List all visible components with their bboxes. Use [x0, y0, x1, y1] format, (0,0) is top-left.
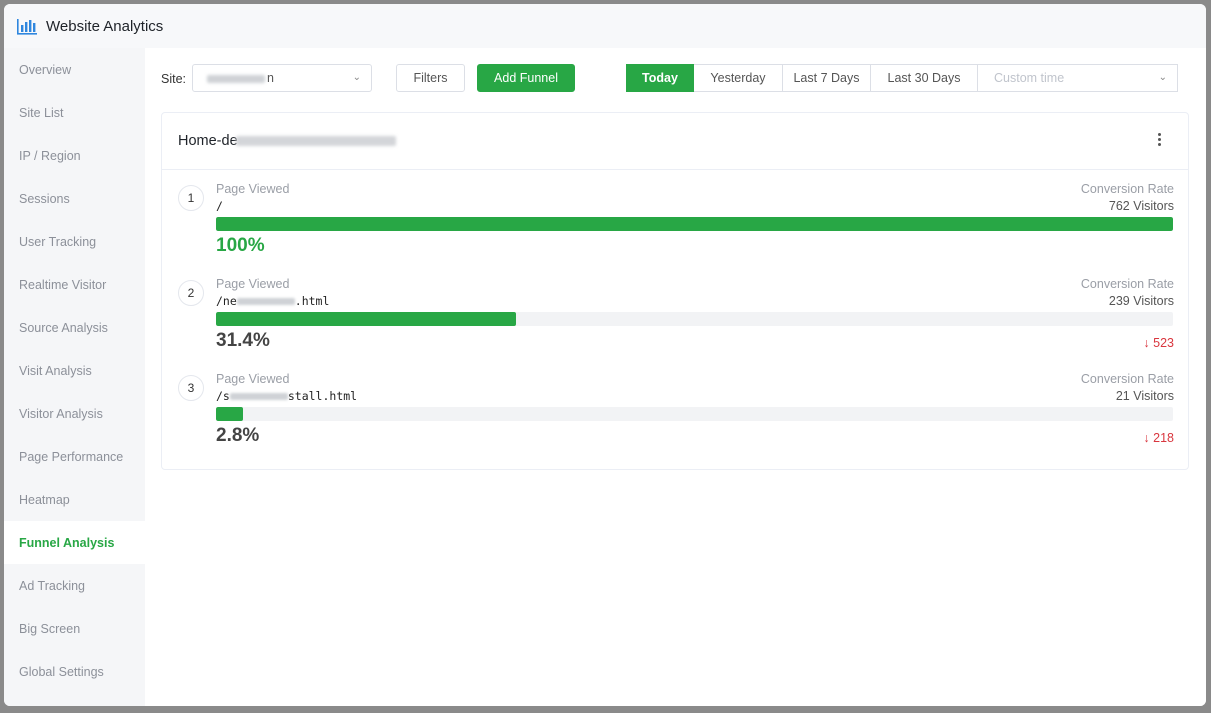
site-select[interactable]: n ⌄ — [192, 64, 372, 92]
sidebar-item-label: Visit Analysis — [19, 363, 92, 378]
sidebar-item-label: Visitor Analysis — [19, 406, 103, 421]
step-page-path: / — [216, 199, 223, 213]
drop-off-value: 523 — [1153, 336, 1174, 350]
sidebar-item-label: Heatmap — [19, 492, 70, 507]
sidebar-item-label: Big Screen — [19, 621, 81, 636]
drop-off-count: ↓ 218 — [1143, 431, 1174, 445]
date-today-button[interactable]: Today — [626, 64, 694, 92]
funnel-step: 3 Page Viewed/s stall.html Conversion Rate 2… — [162, 363, 1190, 453]
step-path-suffix: stall.html — [287, 389, 358, 403]
site-label: Site: — [161, 72, 187, 86]
sidebar-item-page-performance[interactable]: Page Performance — [4, 435, 145, 478]
sidebar-item-label: Global Settings — [19, 664, 104, 679]
conversion-percent: 31.4% — [216, 330, 270, 351]
site-value-redacted — [207, 75, 265, 83]
conversion-bar-fill — [216, 217, 1173, 231]
sidebar-item-label: Realtime Visitor — [19, 277, 107, 292]
sidebar-item-realtime-visitor[interactable]: Realtime Visitor — [4, 263, 145, 306]
title-bar: Website Analytics — [4, 4, 1206, 48]
sidebar-item-label: Sessions — [19, 191, 70, 206]
sidebar-item-ip-region[interactable]: IP / Region — [4, 134, 145, 177]
funnel-step: 2 Page Viewed/ne .html Conversion Rate 239 V… — [162, 268, 1190, 358]
conversion-bar-track — [216, 407, 1173, 421]
main-content: Site: n ⌄ Filters Add Funnel Today Yeste… — [145, 48, 1206, 706]
arrow-down-icon: ↓ — [1143, 336, 1154, 350]
toolbar: Site: n ⌄ Filters Add Funnel Today Yeste… — [145, 64, 1206, 94]
date-range-group: Today Yesterday Last 7 Days Last 30 Days… — [626, 64, 1178, 92]
app-title: Website Analytics — [46, 17, 164, 35]
sidebar-item-funnel-analysis[interactable]: Funnel Analysis — [4, 521, 145, 564]
sidebar-item-label: Site List — [19, 105, 64, 120]
step-number: 3 — [178, 375, 204, 401]
step-path-prefix: / — [216, 199, 223, 213]
date-last-7-days-button[interactable]: Last 7 Days — [783, 64, 871, 92]
sidebar-item-ad-tracking[interactable]: Ad Tracking — [4, 564, 145, 607]
conversion-percent: 2.8% — [216, 425, 260, 446]
step-path-redacted — [229, 393, 288, 400]
sidebar-item-label: User Tracking — [19, 234, 97, 249]
sidebar: Overview Site List IP / Region Sessions User… — [4, 48, 145, 706]
custom-time-picker[interactable]: Custom time ⌄ — [978, 64, 1178, 92]
step-event-label: Page Viewed — [216, 372, 290, 386]
sidebar-item-source-analysis[interactable]: Source Analysis — [4, 306, 145, 349]
sidebar-item-label: Funnel Analysis — [19, 535, 115, 550]
sidebar-item-site-list[interactable]: Site List — [4, 91, 145, 134]
conversion-bar-track — [216, 312, 1173, 326]
step-visitors: 21 Visitors — [1115, 389, 1174, 403]
sidebar-item-label: Source Analysis — [19, 320, 108, 335]
sidebar-item-user-tracking[interactable]: User Tracking — [4, 220, 145, 263]
sidebar-item-sessions[interactable]: Sessions — [4, 177, 145, 220]
bar-chart-icon — [17, 19, 37, 35]
funnel-card: Home-de 1 Page Viewed / Conversion Rate 762 … — [161, 112, 1189, 470]
sidebar-item-label: Ad Tracking — [19, 578, 86, 593]
conversion-bar-track — [216, 217, 1173, 231]
sidebar-item-overview[interactable]: Overview — [4, 48, 145, 91]
date-last-30-days-button[interactable]: Last 30 Days — [871, 64, 978, 92]
sidebar-item-label: Overview — [19, 62, 72, 77]
more-vertical-icon[interactable] — [1156, 131, 1162, 149]
sidebar-item-global-settings[interactable]: Global Settings — [4, 650, 145, 693]
date-yesterday-button[interactable]: Yesterday — [694, 64, 783, 92]
chevron-down-icon: ⌄ — [352, 72, 361, 83]
arrow-down-icon: ↓ — [1143, 431, 1154, 445]
step-path-prefix: /s — [216, 389, 230, 403]
custom-time-placeholder: Custom time — [994, 71, 1065, 85]
conversion-bar-fill — [216, 312, 517, 326]
sidebar-item-label: Page Performance — [19, 449, 124, 464]
sidebar-item-visit-analysis[interactable]: Visit Analysis — [4, 349, 145, 392]
chevron-down-icon: ⌄ — [1158, 72, 1167, 83]
app-window: Website Analytics Overview Site List IP / … — [4, 4, 1206, 706]
conversion-bar-fill — [216, 407, 243, 421]
step-visitors: 239 Visitors — [1108, 294, 1174, 308]
sidebar-item-label: IP / Region — [19, 148, 81, 163]
conversion-rate-label: Conversion Rate — [1080, 277, 1174, 291]
step-path-redacted — [236, 298, 295, 305]
conversion-rate-label: Conversion Rate — [1080, 372, 1174, 386]
conversion-percent: 100% — [216, 235, 265, 256]
funnel-card-header: Home-de — [162, 113, 1188, 170]
funnel-title-redacted — [236, 136, 396, 146]
step-path-suffix: .html — [294, 294, 330, 308]
step-number: 1 — [178, 185, 204, 211]
drop-off-count: ↓ 523 — [1143, 336, 1174, 350]
funnel-step: 1 Page Viewed / Conversion Rate 762 Visitors… — [162, 173, 1190, 263]
step-page-path: /ne .html — [216, 294, 329, 308]
funnel-title: Home-de — [178, 133, 238, 149]
step-visitors: 762 Visitors — [1108, 199, 1174, 213]
step-event-label: Page Viewed — [216, 277, 290, 291]
filters-button[interactable]: Filters — [396, 64, 465, 92]
step-page-path: /s stall.html — [216, 389, 357, 403]
add-funnel-button[interactable]: Add Funnel — [477, 64, 575, 92]
sidebar-item-visitor-analysis[interactable]: Visitor Analysis — [4, 392, 145, 435]
sidebar-item-big-screen[interactable]: Big Screen — [4, 607, 145, 650]
drop-off-value: 218 — [1153, 431, 1174, 445]
conversion-rate-label: Conversion Rate — [1080, 182, 1174, 196]
site-value: n — [267, 71, 274, 85]
step-number: 2 — [178, 280, 204, 306]
step-event-label: Page Viewed — [216, 182, 290, 196]
sidebar-item-heatmap[interactable]: Heatmap — [4, 478, 145, 521]
step-path-prefix: /ne — [216, 294, 237, 308]
